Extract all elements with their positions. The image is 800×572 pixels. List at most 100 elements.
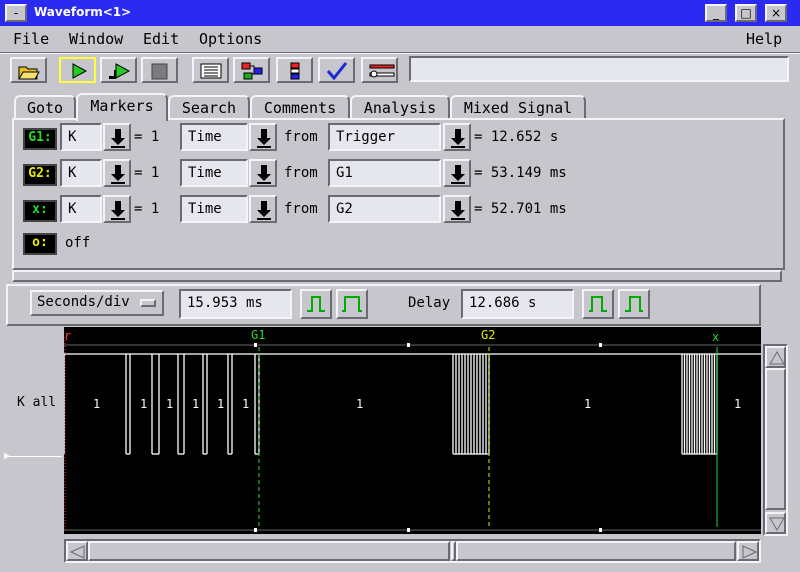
marker-reference-field[interactable]: G1 (328, 159, 441, 187)
occurrence-text: = 1 (134, 201, 160, 217)
waveform-display[interactable]: r G1 G2 x 1 1 1 1 1 1 1 1 1 (63, 327, 761, 534)
listing-icon (200, 63, 222, 79)
marker-label-2[interactable]: x: (23, 200, 57, 222)
menu-options[interactable]: Options (199, 30, 262, 48)
marker-reference-field[interactable]: Trigger (328, 123, 441, 151)
marker-mode-field[interactable]: Time (180, 123, 248, 151)
marker-signal-field[interactable]: K (60, 195, 102, 223)
zoom-in-button[interactable] (300, 289, 332, 319)
tab-goto[interactable]: Goto (14, 95, 76, 119)
from-text: from (284, 165, 318, 181)
minimize-button[interactable]: _ (705, 4, 727, 22)
delay-input[interactable]: 12.686 s (461, 289, 574, 319)
seconds-div-label: Seconds/div (37, 294, 130, 310)
occurrence-text: = 1 (134, 165, 160, 181)
maximize-button[interactable]: □ (735, 4, 757, 22)
g1-marker-label[interactable]: G1 (251, 328, 265, 342)
panel-splitter[interactable] (12, 270, 782, 282)
tab-mixed-signal[interactable]: Mixed Signal (450, 95, 586, 119)
reference-dropdown-button[interactable] (443, 159, 471, 187)
marker-reference-field[interactable]: G2 (328, 195, 441, 223)
close-button[interactable]: × (765, 4, 787, 22)
option-menu-indicator-icon (140, 299, 156, 307)
scroll-down-button[interactable] (765, 512, 786, 534)
down-arrow-icon (451, 201, 465, 220)
marker-signal-field[interactable]: K (60, 159, 102, 187)
check-button[interactable] (318, 57, 355, 83)
bus-value-label: 1 (584, 397, 591, 411)
down-arrow-icon (451, 165, 465, 184)
config-icon (290, 62, 300, 80)
overview-icon (241, 62, 263, 80)
scroll-up-button[interactable] (765, 346, 786, 368)
waveform-canvas: r G1 G2 x 1 1 1 1 1 1 1 1 1 (63, 328, 761, 532)
arrow-right-icon (742, 545, 757, 559)
run-repetitive-icon (109, 63, 131, 79)
menu-window[interactable]: Window (69, 30, 123, 48)
marker-label-1[interactable]: G2: (23, 164, 57, 186)
delay-left-button[interactable] (582, 289, 614, 319)
tab-search[interactable]: Search (168, 95, 250, 119)
seconds-div-input[interactable]: 15.953 ms (179, 289, 292, 319)
signal-dropdown-button[interactable] (103, 195, 131, 223)
run-single-button[interactable] (59, 57, 96, 83)
marker-mode-field[interactable]: Time (180, 159, 248, 187)
pulse-narrow-icon (307, 296, 325, 312)
tab-analysis[interactable]: Analysis (350, 95, 450, 119)
horizontal-scroll-right-track[interactable] (456, 541, 736, 561)
down-arrow-icon (451, 129, 465, 148)
menu-file[interactable]: File (13, 30, 49, 48)
title-bar[interactable]: - Waveform<1> _ □ × (0, 0, 800, 26)
stop-icon (151, 63, 168, 80)
window-menu-button[interactable]: - (5, 4, 27, 22)
run-repetitive-button[interactable] (100, 57, 137, 83)
vertical-scrollbar[interactable] (763, 344, 788, 536)
reference-dropdown-button[interactable] (443, 123, 471, 151)
horizontal-scroll-left-track[interactable] (88, 541, 450, 561)
scroll-right-button[interactable] (737, 541, 759, 561)
overview-button[interactable] (233, 57, 270, 83)
bus-value-label: 1 (140, 397, 147, 411)
down-arrow-icon (257, 165, 271, 184)
mode-dropdown-button[interactable] (249, 123, 277, 151)
horizontal-scrollbar[interactable] (64, 539, 761, 563)
trigger-marker-label: r (64, 329, 71, 343)
signal-dropdown-button[interactable] (103, 123, 131, 151)
signal-label-k-all[interactable]: K all (17, 395, 56, 410)
scroll-left-button[interactable] (66, 541, 88, 561)
signal-dropdown-button[interactable] (103, 159, 131, 187)
checkmark-icon (326, 62, 348, 80)
o-marker-label[interactable]: o: (23, 233, 57, 255)
listing-button[interactable] (192, 57, 229, 83)
stop-button[interactable] (141, 57, 178, 83)
setup-tools-button[interactable] (361, 57, 398, 83)
config-button[interactable] (276, 57, 313, 83)
marker-mode-field[interactable]: Time (180, 195, 248, 223)
g2-marker-label[interactable]: G2 (481, 328, 495, 342)
reference-dropdown-button[interactable] (443, 195, 471, 223)
from-text: from (284, 129, 318, 145)
tab-markers[interactable]: Markers (76, 93, 168, 121)
marker-signal-field[interactable]: K (60, 123, 102, 151)
vertical-scroll-thumb[interactable] (765, 368, 786, 510)
open-button[interactable] (10, 57, 47, 83)
down-arrow-icon (111, 165, 125, 184)
zoom-out-button[interactable] (336, 289, 368, 319)
tab-comments[interactable]: Comments (250, 95, 350, 119)
setup-tools-icon (369, 64, 395, 78)
x-marker-label[interactable]: x (712, 330, 719, 344)
down-arrow-icon (257, 201, 271, 220)
bus-value-label: 1 (242, 397, 249, 411)
status-field (409, 56, 789, 82)
marker-label-0[interactable]: G1: (23, 128, 57, 150)
down-arrow-icon (257, 129, 271, 148)
menu-edit[interactable]: Edit (143, 30, 179, 48)
mode-dropdown-button[interactable] (249, 195, 277, 223)
down-arrow-icon (111, 129, 125, 148)
marker-result: = 52.701 ms (474, 201, 567, 217)
seconds-div-menu[interactable]: Seconds/div (30, 290, 164, 316)
insert-pointer-icon (4, 453, 10, 459)
mode-dropdown-button[interactable] (249, 159, 277, 187)
menu-help[interactable]: Help (746, 30, 782, 48)
delay-right-button[interactable] (618, 289, 650, 319)
